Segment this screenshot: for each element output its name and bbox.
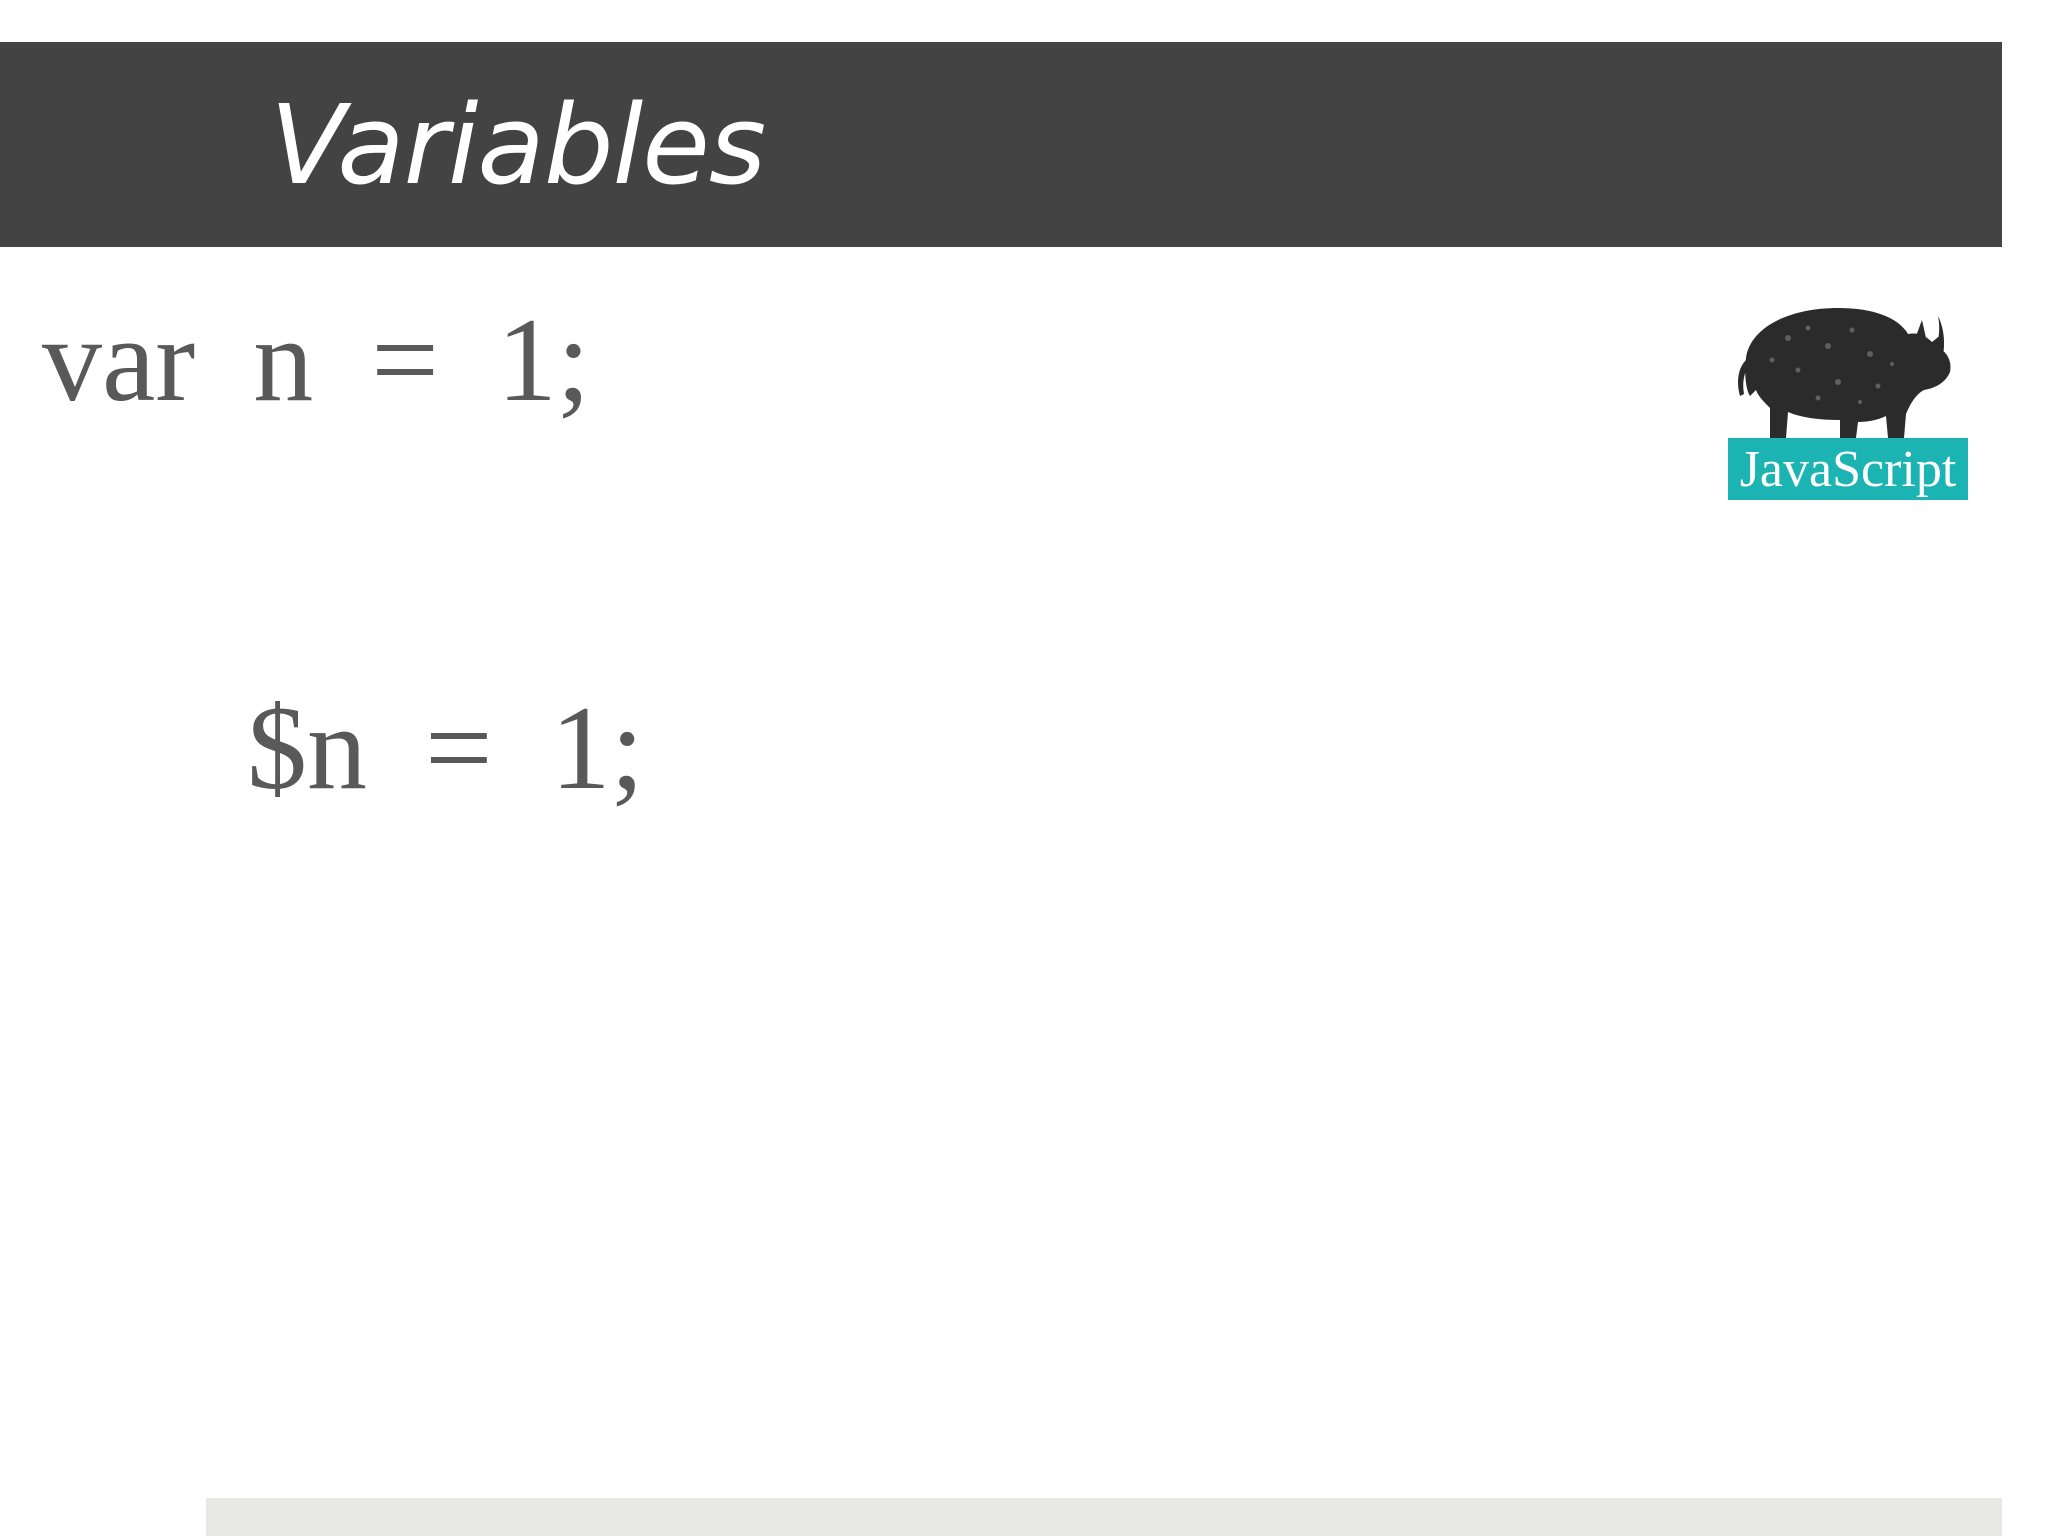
title-bar: Variables xyxy=(0,42,2002,247)
code-line-php: $n = 1; xyxy=(247,681,645,814)
code-line-javascript: var n = 1; xyxy=(42,293,591,426)
slide-title: Variables xyxy=(270,81,766,209)
logo-text: JavaScript xyxy=(1740,441,1957,498)
javascript-logo: JavaScript xyxy=(1728,298,1968,500)
footer-bar xyxy=(206,1498,2002,1536)
slide: Variables var n = 1; $n = 1; JavaScript xyxy=(0,0,2048,1536)
rhino-icon: JavaScript xyxy=(1728,308,1968,500)
